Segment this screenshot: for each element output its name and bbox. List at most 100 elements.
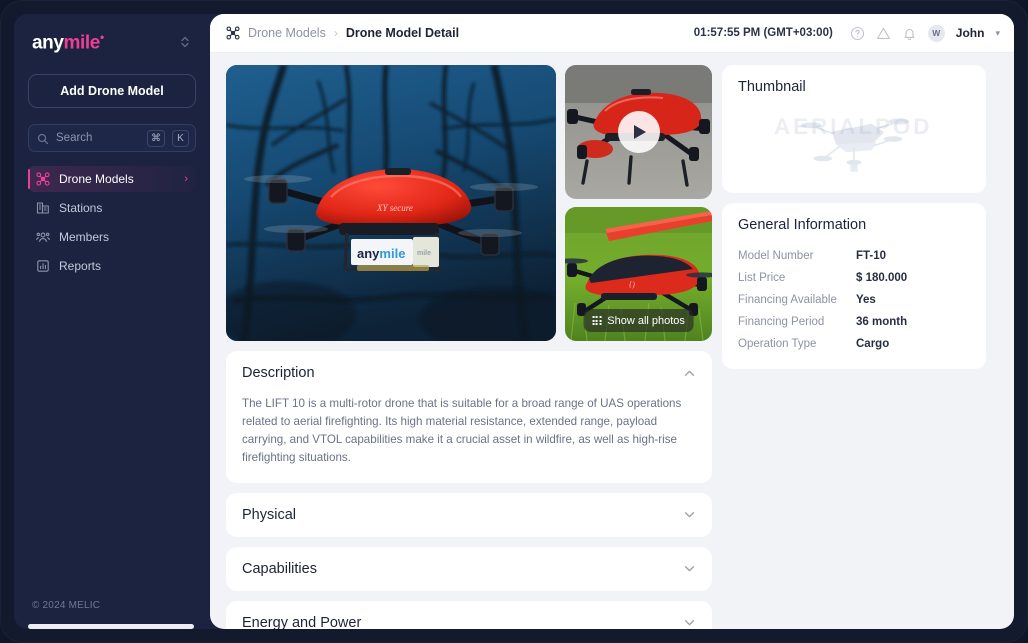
app-window: anymile• Add Drone Model Search ⌘ K Dron… (14, 14, 1014, 629)
members-icon (36, 230, 50, 244)
question-circle-icon[interactable] (850, 26, 865, 41)
chart-bar-icon (36, 259, 50, 273)
drone-silhouette-watermark: AERIALPOD (738, 101, 970, 179)
section-description-body: The LIFT 10 is a multi-rotor drone that … (242, 397, 682, 464)
device-bezel: anymile• Add Drone Model Search ⌘ K Dron… (0, 0, 1028, 643)
section-energy-and-power-header[interactable]: Energy and Power (242, 601, 696, 629)
section-capabilities-header[interactable]: Capabilities (242, 547, 696, 591)
sidebar-item-reports[interactable]: Reports (28, 253, 196, 279)
search-input[interactable]: Search ⌘ K (28, 124, 196, 152)
section-capabilities: Capabilities (226, 546, 712, 591)
media-gallery: XY secure anymile mile {) Show all photo… (226, 65, 712, 341)
clock-label: 01:57:55 PM (GMT+03:00) (693, 27, 833, 39)
photo-thumbnail[interactable]: {) Show all photos (565, 207, 712, 341)
play-icon[interactable] (617, 111, 660, 153)
horizontal-scrollbar[interactable] (28, 624, 194, 629)
chevron-updown-icon[interactable] (178, 33, 192, 51)
thumbnail-card-title: Thumbnail (738, 79, 806, 95)
info-value: Yes (856, 294, 876, 306)
chevron-down-icon[interactable]: ▾ (995, 28, 1000, 39)
section-description: Description The LIFT 10 is a multi-rotor… (226, 351, 712, 483)
chevron-right-icon: › (184, 173, 188, 185)
section-energy-and-power: Energy and Power (226, 600, 712, 629)
sidebar-item-label: Reports (59, 259, 102, 273)
sidebar-nav: Drone Models › Stations Members Reports (28, 166, 196, 279)
chevron-down-icon[interactable] (683, 508, 696, 521)
breadcrumb-parent[interactable]: Drone Models (248, 26, 326, 40)
section-title: Capabilities (242, 560, 317, 577)
info-row: Financing Available Yes (738, 289, 970, 311)
show-all-photos-button[interactable]: Show all photos (583, 309, 694, 332)
info-row: List Price $ 180.000 (738, 267, 970, 289)
section-physical: Physical (226, 492, 712, 537)
info-key: List Price (738, 272, 786, 284)
hero-image[interactable]: XY secure anymile mile (226, 65, 556, 341)
search-kbd-k: K (172, 129, 189, 147)
sidebar-item-members[interactable]: Members (28, 224, 196, 250)
section-title: Physical (242, 506, 296, 523)
info-row: Financing Period 36 month (738, 311, 970, 333)
show-all-photos-label: Show all photos (607, 314, 685, 327)
drone-icon (36, 172, 50, 186)
info-row: Model Number FT-10 (738, 245, 970, 267)
info-value: Cargo (856, 338, 890, 350)
building-icon (36, 201, 50, 215)
logo-mark: • (99, 29, 104, 44)
svg-text:{): {) (629, 280, 635, 289)
info-key: Financing Period (738, 316, 825, 328)
drone-icon (226, 26, 240, 40)
info-value: $ 180.000 (856, 272, 908, 284)
general-information-card: General Information Model Number FT-10 L… (722, 203, 986, 369)
search-icon (37, 132, 49, 145)
section-physical-header[interactable]: Physical (242, 493, 696, 537)
sidebar-footer-copyright: © 2024 MELIC (32, 600, 101, 611)
add-drone-model-button[interactable]: Add Drone Model (28, 74, 196, 108)
left-column: XY secure anymile mile {) Show all photo… (226, 65, 712, 629)
section-title: Description (242, 365, 315, 381)
brand-row: anymile• (28, 14, 196, 70)
sidebar-item-label: Drone Models (59, 172, 134, 186)
info-key: Operation Type (738, 338, 817, 350)
general-information-title: General Information (738, 217, 867, 233)
breadcrumb: Drone Models › Drone Model Detail (226, 26, 459, 40)
breadcrumb-separator: › (333, 26, 338, 40)
chevron-down-icon[interactable] (683, 616, 696, 629)
app-logo[interactable]: anymile• (32, 30, 104, 54)
topbar: Drone Models › Drone Model Detail 01:57:… (210, 14, 1014, 53)
content-area: XY secure anymile mile {) Show all photo… (210, 53, 1014, 629)
sidebar-item-stations[interactable]: Stations (28, 195, 196, 221)
video-thumbnail[interactable] (565, 65, 712, 199)
info-key: Model Number (738, 250, 814, 262)
logo-part-mile: mile (63, 32, 101, 54)
user-name[interactable]: John (956, 26, 985, 40)
svg-text:mile: mile (417, 250, 431, 257)
search-placeholder: Search (56, 132, 93, 144)
topbar-actions: 01:57:55 PM (GMT+03:00) W John ▾ (693, 24, 1000, 42)
right-column: Thumbnail AERIALPOD General Information … (722, 65, 986, 369)
section-title: Energy and Power (242, 614, 362, 629)
breadcrumb-current: Drone Model Detail (345, 26, 460, 40)
general-information-table: Model Number FT-10 List Price $ 180.000 … (738, 245, 970, 355)
sidebar: anymile• Add Drone Model Search ⌘ K Dron… (14, 14, 210, 629)
avatar[interactable]: W (927, 24, 945, 42)
chevron-down-icon[interactable] (683, 562, 696, 575)
thumbnail-column: {) Show all photos (565, 65, 712, 341)
section-description-header[interactable]: Description (242, 351, 696, 395)
grid-icon (592, 315, 602, 326)
search-kbd-cmd: ⌘ (147, 129, 165, 147)
svg-text:XY secure: XY secure (376, 203, 413, 213)
chevron-up-icon[interactable] (683, 367, 696, 380)
thumbnail-card: Thumbnail AERIALPOD (722, 65, 986, 193)
logo-part-any: any (32, 32, 64, 54)
info-row: Operation Type Cargo (738, 333, 970, 355)
sidebar-item-drone-models[interactable]: Drone Models › (28, 166, 196, 192)
info-value: FT-10 (856, 250, 887, 262)
info-value: 36 month (856, 316, 908, 328)
main-panel: Drone Models › Drone Model Detail 01:57:… (210, 14, 1014, 629)
sidebar-item-label: Members (59, 230, 110, 244)
bell-icon[interactable] (902, 26, 917, 41)
svg-text:anymile: anymile (357, 246, 405, 261)
sidebar-item-label: Stations (59, 201, 103, 215)
info-key: Financing Available (738, 294, 837, 306)
warning-triangle-icon[interactable] (876, 26, 891, 41)
